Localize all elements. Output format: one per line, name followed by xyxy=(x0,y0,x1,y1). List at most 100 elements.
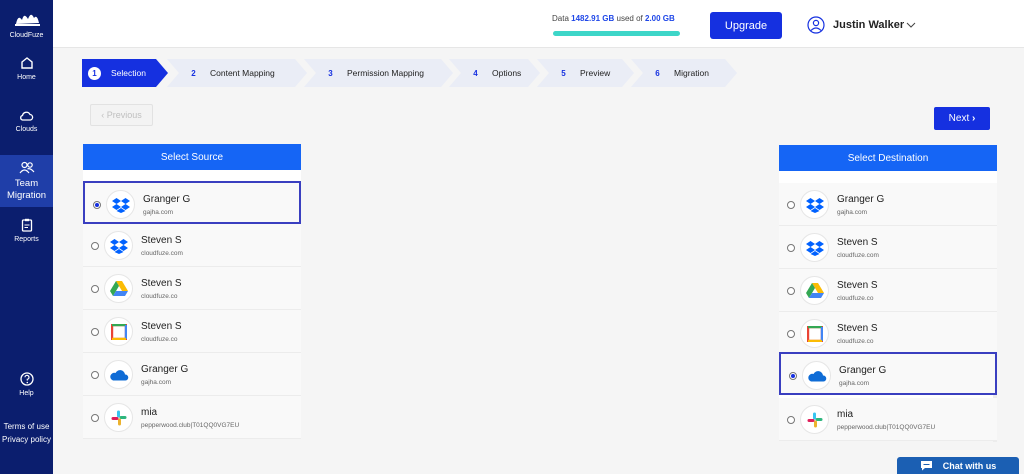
step-number: 3 xyxy=(328,68,333,78)
account-domain: cloudfuze.co xyxy=(837,295,874,302)
google-drive-icon xyxy=(800,276,829,305)
sidebar-item-reports[interactable]: Reports xyxy=(0,218,53,243)
account-name: Steven S xyxy=(837,280,878,291)
step-label: Options xyxy=(492,68,522,78)
source-account-row[interactable]: Steven S cloudfuze.co xyxy=(83,267,301,310)
sidebar-item-clouds[interactable]: Clouds xyxy=(0,110,53,133)
step-preview[interactable]: 5 Preview xyxy=(537,59,634,87)
step-number: 4 xyxy=(473,68,478,78)
step-permission-mapping[interactable]: 3 Permission Mapping xyxy=(304,59,453,87)
storage-used: 1482.91 GB xyxy=(571,14,615,23)
step-label: Selection xyxy=(111,68,146,78)
cloudfuze-logo-icon xyxy=(14,14,40,26)
account-radio[interactable] xyxy=(91,242,99,250)
slack-icon xyxy=(800,405,829,434)
migration-stepper: 1 Selection 2 Content Mapping 3 Permissi… xyxy=(82,59,742,87)
sidebar-item-team-migration[interactable]: Team Migration xyxy=(0,155,53,207)
account-domain: cloudfuze.co xyxy=(141,336,178,343)
step-migration[interactable]: 6 Migration xyxy=(631,59,737,87)
account-radio[interactable] xyxy=(787,330,795,338)
account-domain: gajha.com xyxy=(837,209,867,216)
slack-icon xyxy=(104,403,133,432)
step-label: Migration xyxy=(674,68,709,78)
step-selection[interactable]: 1 Selection xyxy=(82,59,168,87)
source-account-row[interactable]: Steven S cloudfuze.co xyxy=(83,310,301,353)
chevron-right-icon: › xyxy=(972,113,976,124)
account-radio[interactable] xyxy=(91,285,99,293)
destination-account-row[interactable]: Granger G gajha.com xyxy=(779,352,997,395)
privacy-link[interactable]: Privacy policy xyxy=(0,433,53,446)
account-radio[interactable] xyxy=(91,414,99,422)
sidebar-item-label: Reports xyxy=(14,236,39,243)
footer-links: Terms of use Privacy policy xyxy=(0,420,53,446)
onedrive-icon xyxy=(104,360,133,389)
step-number: 5 xyxy=(561,68,566,78)
source-account-row[interactable]: mia pepperwood.club|T01QQ0VG7EU xyxy=(83,396,301,439)
dropbox-icon xyxy=(800,190,829,219)
account-name: Granger G xyxy=(837,194,885,205)
account-domain: cloudfuze.com xyxy=(141,250,183,257)
sidebar-item-help[interactable]: Help xyxy=(0,372,53,397)
account-domain: pepperwood.club|T01QQ0VG7EU xyxy=(837,424,936,431)
help-icon xyxy=(19,372,34,386)
source-account-row[interactable]: Granger G gajha.com xyxy=(83,181,301,224)
destination-account-row[interactable]: Steven S cloudfuze.co xyxy=(779,269,997,312)
step-number: 6 xyxy=(655,68,660,78)
cloud-icon xyxy=(20,111,34,121)
account-name: Steven S xyxy=(141,278,182,289)
account-radio[interactable] xyxy=(789,372,797,380)
account-domain: gajha.com xyxy=(141,379,171,386)
account-name: mia xyxy=(141,407,158,418)
sidebar-item-home[interactable]: Home xyxy=(0,56,53,81)
cloudfuze-logo[interactable]: CloudFuze xyxy=(0,10,53,39)
account-name: Steven S xyxy=(837,323,878,334)
storage-prefix: Data xyxy=(552,14,569,23)
account-name: Steven S xyxy=(837,237,878,248)
source-account-row[interactable]: Granger G gajha.com xyxy=(83,353,301,396)
account-name: Steven S xyxy=(141,235,182,246)
storage-total: 2.00 GB xyxy=(645,14,675,23)
sidebar: CloudFuze Home Clouds Team Migration Rep… xyxy=(0,0,53,474)
destination-account-row[interactable]: Steven S cloudfuze.com xyxy=(779,226,997,269)
dropbox-icon xyxy=(800,233,829,262)
account-domain: cloudfuze.co xyxy=(141,293,178,300)
source-panel-title: Select Source xyxy=(83,144,301,170)
dropbox-icon xyxy=(106,190,135,219)
account-radio[interactable] xyxy=(787,287,795,295)
account-domain: cloudfuze.com xyxy=(837,252,879,259)
step-label: Preview xyxy=(580,68,611,78)
step-content-mapping[interactable]: 2 Content Mapping xyxy=(167,59,307,87)
terms-link[interactable]: Terms of use xyxy=(0,420,53,433)
account-radio[interactable] xyxy=(93,201,101,209)
destination-account-row[interactable]: Steven S cloudfuze.co xyxy=(779,312,997,355)
source-account-row[interactable]: Steven S cloudfuze.com xyxy=(83,224,301,267)
next-button[interactable]: Next › xyxy=(934,107,990,130)
step-options[interactable]: 4 Options xyxy=(449,59,540,87)
account-radio[interactable] xyxy=(787,201,795,209)
destination-account-row[interactable]: Granger G gajha.com xyxy=(779,183,997,226)
storage-mid: used of xyxy=(616,14,643,23)
logo-text: CloudFuze xyxy=(9,32,44,39)
account-domain: pepperwood.club|T01QQ0VG7EU xyxy=(141,422,240,429)
home-icon xyxy=(20,57,33,69)
account-radio[interactable] xyxy=(91,328,99,336)
account-radio[interactable] xyxy=(787,416,795,424)
step-number: 1 xyxy=(88,67,101,80)
account-domain: cloudfuze.co xyxy=(837,338,874,345)
google-workspace-icon xyxy=(800,319,829,348)
step-label: Content Mapping xyxy=(210,68,275,78)
top-header: Data 1482.91 GB used of 2.00 GB Upgrade … xyxy=(53,0,1024,48)
chat-bubble-icon xyxy=(920,461,932,471)
account-radio[interactable] xyxy=(91,371,99,379)
destination-panel: Select Destination Granger G gajha.com Ste… xyxy=(779,145,997,442)
chat-widget-button[interactable]: Chat with us xyxy=(897,457,1019,474)
user-menu[interactable]: Justin Walker xyxy=(807,16,916,34)
account-name: Steven S xyxy=(141,321,182,332)
account-radio[interactable] xyxy=(787,244,795,252)
previous-label: Previous xyxy=(106,110,142,120)
storage-progress-bar xyxy=(553,31,680,36)
upgrade-button[interactable]: Upgrade xyxy=(710,12,782,39)
account-name: Granger G xyxy=(143,194,191,205)
destination-account-row[interactable]: mia pepperwood.club|T01QQ0VG7EU xyxy=(779,398,997,441)
previous-button[interactable]: ‹ Previous xyxy=(90,104,153,126)
